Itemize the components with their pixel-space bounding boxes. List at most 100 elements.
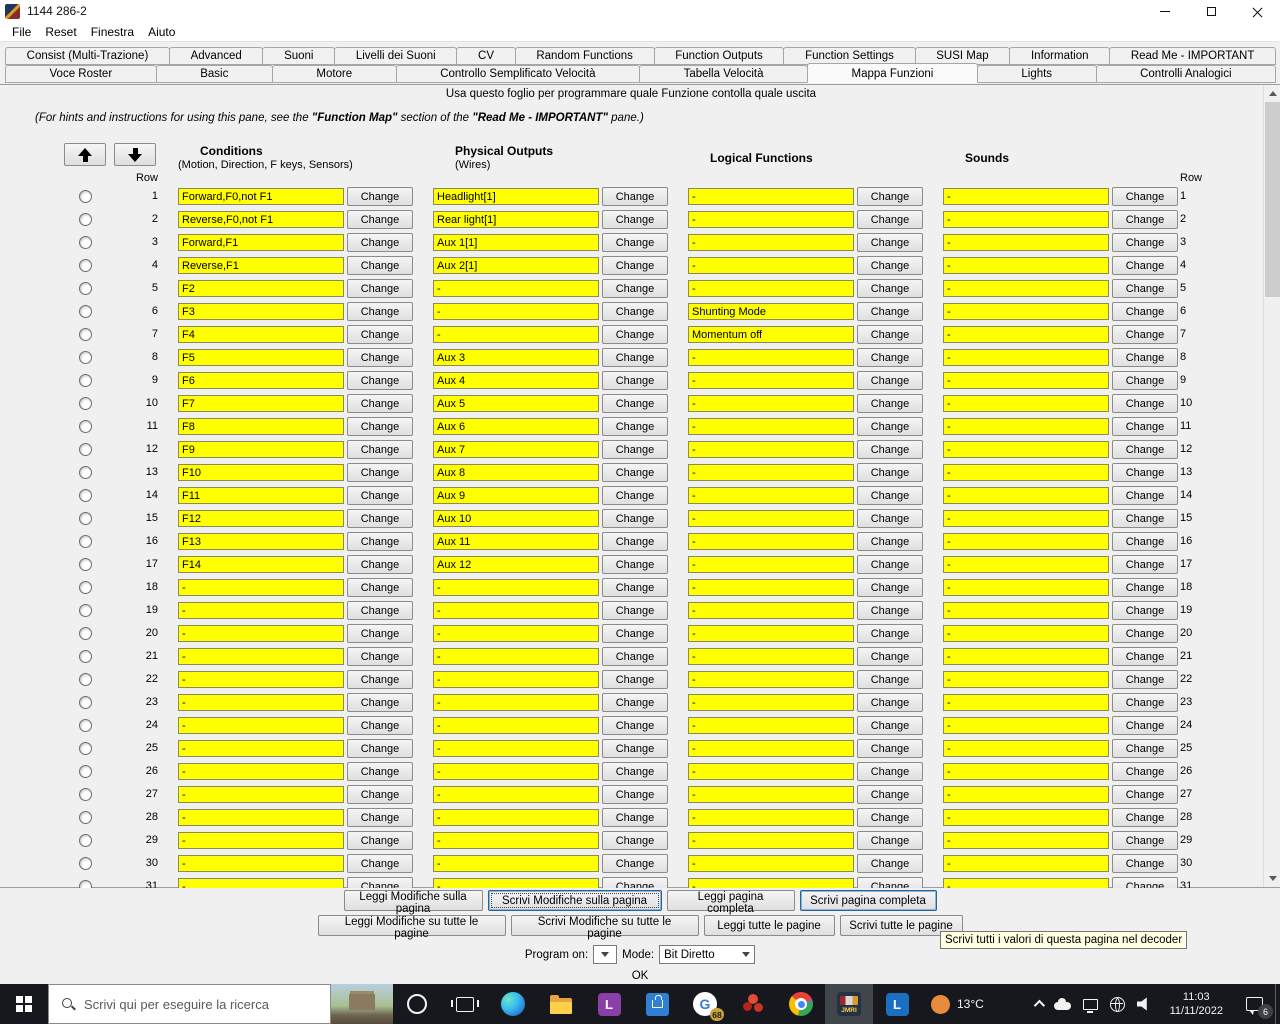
row-radio[interactable] — [79, 213, 92, 226]
output-field[interactable] — [433, 464, 599, 481]
output-change-button[interactable]: Change — [602, 325, 668, 344]
output-change-button[interactable]: Change — [602, 187, 668, 206]
output-field[interactable] — [433, 303, 599, 320]
logical-function-change-button[interactable]: Change — [857, 233, 923, 252]
row-radio[interactable] — [79, 673, 92, 686]
task-view-button[interactable] — [441, 984, 489, 1024]
output-field[interactable] — [433, 188, 599, 205]
conditions-change-button[interactable]: Change — [347, 555, 413, 574]
sound-field[interactable] — [943, 855, 1109, 872]
output-field[interactable] — [433, 441, 599, 458]
conditions-change-button[interactable]: Change — [347, 647, 413, 666]
menu-finestra[interactable]: Finestra — [84, 23, 141, 41]
move-row-down-button[interactable] — [114, 143, 156, 166]
output-change-button[interactable]: Change — [602, 440, 668, 459]
logical-function-change-button[interactable]: Change — [857, 647, 923, 666]
close-button[interactable] — [1234, 0, 1280, 22]
output-change-button[interactable]: Change — [602, 854, 668, 873]
conditions-change-button[interactable]: Change — [347, 670, 413, 689]
conditions-change-button[interactable]: Change — [347, 463, 413, 482]
output-change-button[interactable]: Change — [602, 371, 668, 390]
row-radio[interactable] — [79, 696, 92, 709]
logical-function-change-button[interactable]: Change — [857, 693, 923, 712]
row-radio[interactable] — [79, 420, 92, 433]
tab-suoni[interactable]: Suoni — [262, 47, 336, 65]
conditions-field[interactable] — [178, 717, 344, 734]
logical-function-change-button[interactable]: Change — [857, 325, 923, 344]
start-button[interactable] — [0, 984, 48, 1024]
logical-function-field[interactable] — [688, 671, 854, 688]
output-change-button[interactable]: Change — [602, 279, 668, 298]
logical-function-field[interactable] — [688, 602, 854, 619]
output-field[interactable] — [433, 671, 599, 688]
sound-field[interactable] — [943, 625, 1109, 642]
tab-tabella-velocit[interactable]: Tabella Velocità — [639, 65, 808, 83]
conditions-field[interactable] — [178, 418, 344, 435]
sound-change-button[interactable]: Change — [1112, 371, 1178, 390]
edge-button[interactable] — [489, 984, 537, 1024]
row-radio[interactable] — [79, 880, 92, 888]
conditions-change-button[interactable]: Change — [347, 877, 413, 888]
sound-field[interactable] — [943, 533, 1109, 550]
app-l-purple-button[interactable]: L — [585, 984, 633, 1024]
conditions-field[interactable] — [178, 234, 344, 251]
sound-change-button[interactable]: Change — [1112, 647, 1178, 666]
sound-field[interactable] — [943, 487, 1109, 504]
conditions-change-button[interactable]: Change — [347, 854, 413, 873]
logical-function-field[interactable] — [688, 372, 854, 389]
output-change-button[interactable]: Change — [602, 509, 668, 528]
conditions-field[interactable] — [178, 832, 344, 849]
logical-function-field[interactable] — [688, 257, 854, 274]
sound-change-button[interactable]: Change — [1112, 624, 1178, 643]
logical-function-field[interactable] — [688, 579, 854, 596]
output-change-button[interactable]: Change — [602, 210, 668, 229]
row-radio[interactable] — [79, 282, 92, 295]
output-field[interactable] — [433, 395, 599, 412]
tab-controlli-analogici[interactable]: Controlli Analogici — [1095, 65, 1277, 83]
conditions-change-button[interactable]: Change — [347, 762, 413, 781]
row-radio[interactable] — [79, 374, 92, 387]
logical-function-field[interactable] — [688, 625, 854, 642]
sound-field[interactable] — [943, 280, 1109, 297]
output-change-button[interactable]: Change — [602, 555, 668, 574]
logical-function-change-button[interactable]: Change — [857, 762, 923, 781]
logical-function-change-button[interactable]: Change — [857, 463, 923, 482]
tab-read-me-important[interactable]: Read Me - IMPORTANT — [1109, 47, 1277, 65]
conditions-change-button[interactable]: Change — [347, 624, 413, 643]
output-change-button[interactable]: Change — [602, 624, 668, 643]
logical-function-field[interactable] — [688, 188, 854, 205]
conditions-field[interactable] — [178, 464, 344, 481]
logical-function-field[interactable] — [688, 441, 854, 458]
sound-field[interactable] — [943, 441, 1109, 458]
row-radio[interactable] — [79, 558, 92, 571]
conditions-change-button[interactable]: Change — [347, 578, 413, 597]
sound-change-button[interactable]: Change — [1112, 854, 1178, 873]
conditions-field[interactable] — [178, 556, 344, 573]
conditions-field[interactable] — [178, 487, 344, 504]
read-changes-page-button[interactable]: Leggi Modifiche sulla pagina — [343, 890, 483, 915]
display-tray-icon[interactable] — [1082, 998, 1098, 1013]
output-change-button[interactable]: Change — [602, 785, 668, 804]
sound-change-button[interactable]: Change — [1112, 187, 1178, 206]
logical-function-field[interactable] — [688, 763, 854, 780]
logical-function-field[interactable] — [688, 464, 854, 481]
tab-advanced[interactable]: Advanced — [168, 47, 264, 65]
row-radio[interactable] — [79, 328, 92, 341]
show-desktop-button[interactable] — [1275, 984, 1280, 1024]
conditions-field[interactable] — [178, 809, 344, 826]
conditions-change-button[interactable]: Change — [347, 417, 413, 436]
sound-field[interactable] — [943, 740, 1109, 757]
logical-function-field[interactable] — [688, 510, 854, 527]
logical-function-field[interactable] — [688, 740, 854, 757]
conditions-field[interactable] — [178, 786, 344, 803]
row-radio[interactable] — [79, 466, 92, 479]
conditions-field[interactable] — [178, 280, 344, 297]
conditions-field[interactable] — [178, 326, 344, 343]
tab-motore[interactable]: Motore — [271, 65, 397, 83]
sound-change-button[interactable]: Change — [1112, 256, 1178, 275]
output-change-button[interactable]: Change — [602, 463, 668, 482]
row-radio[interactable] — [79, 627, 92, 640]
logical-function-change-button[interactable]: Change — [857, 509, 923, 528]
file-explorer-button[interactable] — [537, 984, 585, 1024]
sound-field[interactable] — [943, 464, 1109, 481]
